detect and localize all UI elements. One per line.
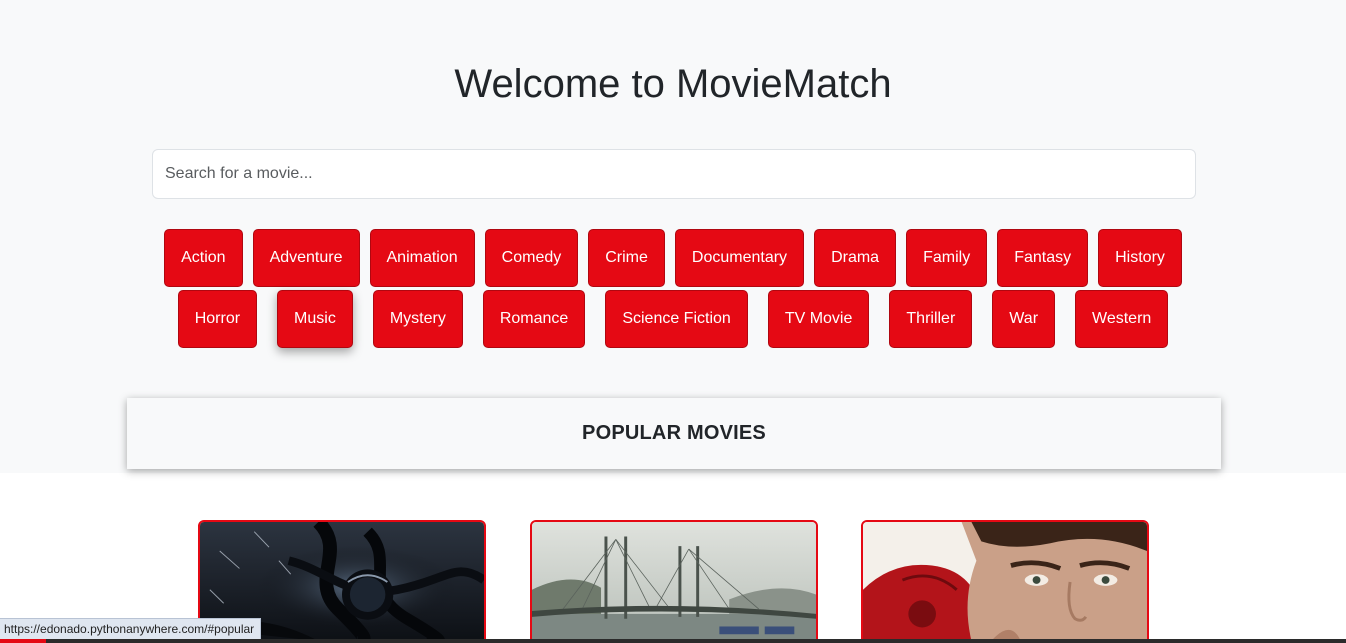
popular-movies-title: POPULAR MOVIES (582, 422, 766, 444)
page-bottom-strip (0, 639, 1346, 643)
genre-button-war[interactable]: War (992, 290, 1056, 348)
page-title: Welcome to MovieMatch (454, 62, 892, 106)
genre-button-music[interactable]: Music (277, 290, 353, 348)
genre-button-crime[interactable]: Crime (588, 229, 665, 287)
genre-button-science-fiction[interactable]: Science Fiction (605, 290, 748, 348)
genre-button-mystery[interactable]: Mystery (372, 290, 463, 348)
genre-buttons-row-1: Action Adventure Animation Comedy Crime … (0, 229, 1346, 287)
genre-button-history[interactable]: History (1098, 229, 1182, 287)
movie-poster (532, 522, 816, 641)
genre-button-animation[interactable]: Animation (369, 229, 475, 287)
genre-button-documentary[interactable]: Documentary (674, 229, 805, 287)
genre-button-romance[interactable]: Romance (482, 290, 586, 348)
browser-status-bar-url: https://edonado.pythonanywhere.com/#popu… (0, 618, 262, 640)
genre-button-comedy[interactable]: Comedy (484, 229, 579, 287)
search-input[interactable] (152, 149, 1196, 199)
genre-button-action[interactable]: Action (164, 229, 243, 287)
genre-button-fantasy[interactable]: Fantasy (997, 229, 1089, 287)
genre-button-adventure[interactable]: Adventure (252, 229, 360, 287)
genre-button-family[interactable]: Family (906, 229, 988, 287)
movie-card[interactable] (861, 520, 1149, 643)
genre-button-horror[interactable]: Horror (177, 290, 258, 348)
movie-poster (863, 522, 1147, 641)
genre-button-thriller[interactable]: Thriller (889, 290, 973, 348)
popular-movies-header: POPULAR MOVIES (127, 398, 1221, 469)
page-bottom-accent (0, 639, 46, 643)
genre-button-tv-movie[interactable]: TV Movie (767, 290, 870, 348)
movie-card[interactable] (530, 520, 818, 643)
genre-button-western[interactable]: Western (1075, 290, 1169, 348)
genre-buttons-row-2: Horror Music Mystery Romance Science Fic… (0, 290, 1346, 348)
genre-button-drama[interactable]: Drama (814, 229, 897, 287)
